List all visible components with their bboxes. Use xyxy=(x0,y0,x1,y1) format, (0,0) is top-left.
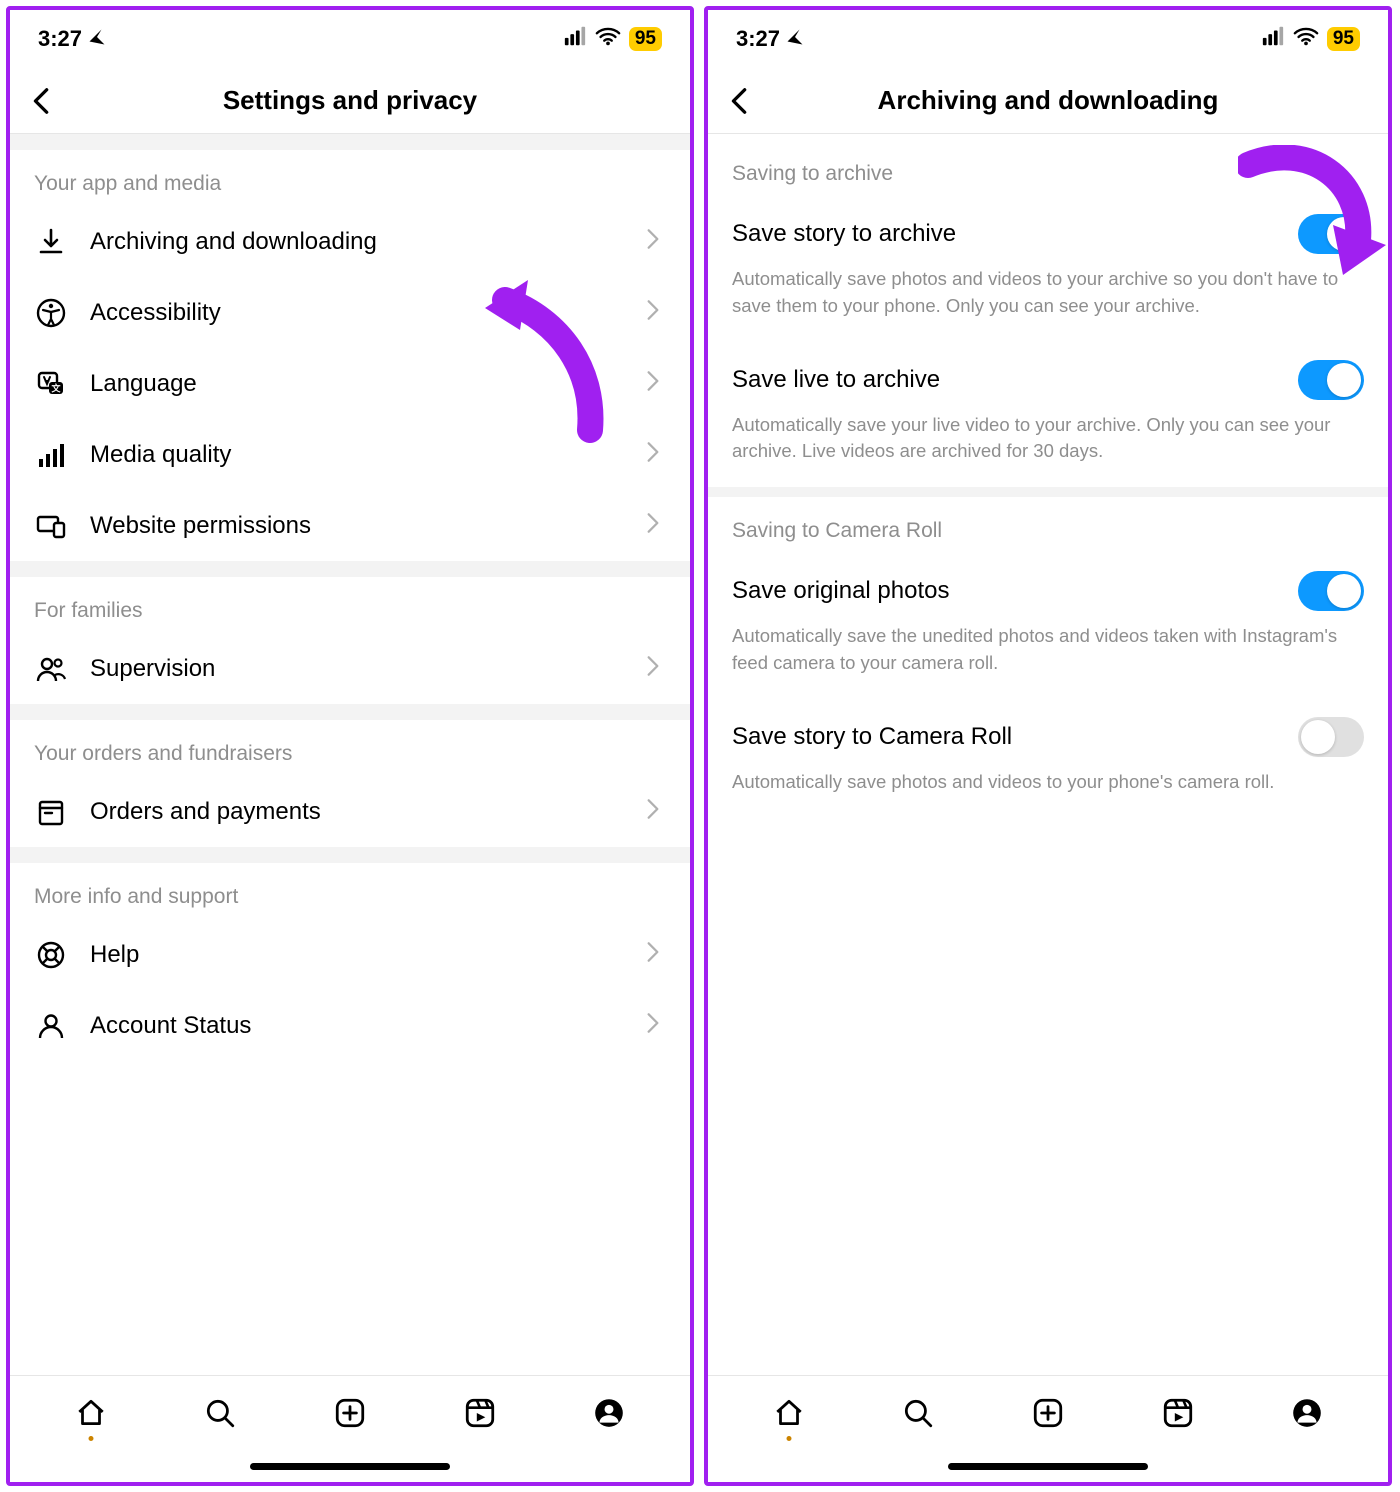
row-orders-payments[interactable]: Orders and payments xyxy=(10,776,690,847)
page-title: Settings and privacy xyxy=(10,85,690,116)
chevron-right-icon xyxy=(640,508,666,543)
row-label: Help xyxy=(90,941,618,969)
chevron-right-icon xyxy=(640,937,666,972)
signal-icon xyxy=(1261,26,1285,52)
tab-search[interactable] xyxy=(202,1395,238,1431)
location-icon xyxy=(88,28,106,51)
section-header: More info and support xyxy=(10,863,690,919)
section-header: For families xyxy=(10,577,690,633)
row-supervision[interactable]: Supervision xyxy=(10,633,690,704)
status-time: 3:27 xyxy=(38,26,82,52)
tab-bar xyxy=(10,1375,690,1450)
toggle-save-story-camera-roll[interactable] xyxy=(1298,717,1364,757)
chevron-right-icon xyxy=(640,366,666,401)
devices-icon xyxy=(34,509,68,543)
accessibility-icon xyxy=(34,296,68,330)
row-label: Language xyxy=(90,370,618,398)
phone-right: 3:27 95 Archiving and downloading Saving… xyxy=(704,6,1392,1486)
row-label: Website permissions xyxy=(90,512,618,540)
chevron-right-icon xyxy=(640,1008,666,1043)
row-save-story-camera-roll: Save story to Camera Roll xyxy=(708,699,1388,763)
chevron-right-icon xyxy=(640,224,666,259)
tab-new-post[interactable] xyxy=(1030,1395,1066,1431)
chevron-right-icon xyxy=(640,651,666,686)
bars-icon xyxy=(34,438,68,472)
archive-settings[interactable]: Saving to archive Save story to archive … xyxy=(708,134,1388,1375)
chevron-right-icon xyxy=(640,437,666,472)
row-language[interactable]: Language xyxy=(10,348,690,419)
battery-badge: 95 xyxy=(629,27,662,51)
toggle-save-original-photos[interactable] xyxy=(1298,571,1364,611)
row-label: Account Status xyxy=(90,1012,618,1040)
toggle-save-story-archive[interactable] xyxy=(1298,214,1364,254)
row-label: Orders and payments xyxy=(90,798,618,826)
back-button[interactable] xyxy=(722,83,758,119)
toggle-desc: Automatically save your live video to yo… xyxy=(708,406,1388,488)
tab-reels[interactable] xyxy=(462,1395,498,1431)
row-label: Archiving and downloading xyxy=(90,228,618,256)
row-account-status[interactable]: Account Status xyxy=(10,990,690,1061)
toggle-desc: Automatically save the unedited photos a… xyxy=(708,617,1388,699)
box-icon xyxy=(34,795,68,829)
wifi-icon xyxy=(1293,25,1319,53)
row-save-live-archive: Save live to archive xyxy=(708,342,1388,406)
toggle-desc: Automatically save photos and videos to … xyxy=(708,260,1388,342)
person-icon xyxy=(34,1009,68,1043)
phone-left: 3:27 95 Settings and privacy Your app an… xyxy=(6,6,694,1486)
wifi-icon xyxy=(595,25,621,53)
toggle-label: Save live to archive xyxy=(732,366,940,394)
section-header: Your orders and fundraisers xyxy=(10,720,690,776)
status-bar: 3:27 95 xyxy=(10,10,690,68)
battery-badge: 95 xyxy=(1327,27,1360,51)
tab-reels[interactable] xyxy=(1160,1395,1196,1431)
row-help[interactable]: Help xyxy=(10,919,690,990)
chevron-right-icon xyxy=(640,295,666,330)
lifebuoy-icon xyxy=(34,938,68,972)
download-icon xyxy=(34,225,68,259)
chevron-right-icon xyxy=(640,794,666,829)
row-save-original-photos: Save original photos xyxy=(708,553,1388,617)
toggle-desc: Automatically save photos and videos to … xyxy=(708,763,1388,818)
section-header: Your app and media xyxy=(10,150,690,206)
nav-header: Archiving and downloading xyxy=(708,68,1388,134)
home-indicator[interactable] xyxy=(10,1450,690,1482)
page-title: Archiving and downloading xyxy=(708,85,1388,116)
tab-profile[interactable] xyxy=(1289,1395,1325,1431)
row-label: Supervision xyxy=(90,655,618,683)
toggle-label: Save story to archive xyxy=(732,220,956,248)
row-accessibility[interactable]: Accessibility xyxy=(10,277,690,348)
section-header: Saving to archive xyxy=(708,134,1388,196)
row-archiving-downloading[interactable]: Archiving and downloading xyxy=(10,206,690,277)
tab-bar xyxy=(708,1375,1388,1450)
people-icon xyxy=(34,652,68,686)
row-save-story-archive: Save story to archive xyxy=(708,196,1388,260)
section-header: Saving to Camera Roll xyxy=(708,497,1388,553)
tab-profile[interactable] xyxy=(591,1395,627,1431)
status-time: 3:27 xyxy=(736,26,780,52)
nav-header: Settings and privacy xyxy=(10,68,690,134)
back-button[interactable] xyxy=(24,83,60,119)
toggle-label: Save original photos xyxy=(732,577,949,605)
home-indicator[interactable] xyxy=(708,1450,1388,1482)
toggle-save-live-archive[interactable] xyxy=(1298,360,1364,400)
status-bar: 3:27 95 xyxy=(708,10,1388,68)
language-icon xyxy=(34,367,68,401)
tab-home[interactable] xyxy=(771,1395,807,1431)
row-website-permissions[interactable]: Website permissions xyxy=(10,490,690,561)
toggle-label: Save story to Camera Roll xyxy=(732,723,1012,751)
row-media-quality[interactable]: Media quality xyxy=(10,419,690,490)
tab-new-post[interactable] xyxy=(332,1395,368,1431)
tab-search[interactable] xyxy=(900,1395,936,1431)
row-label: Media quality xyxy=(90,441,618,469)
row-label: Accessibility xyxy=(90,299,618,327)
signal-icon xyxy=(563,26,587,52)
location-icon xyxy=(786,28,804,51)
settings-list[interactable]: Your app and media Archiving and downloa… xyxy=(10,134,690,1375)
tab-home[interactable] xyxy=(73,1395,109,1431)
